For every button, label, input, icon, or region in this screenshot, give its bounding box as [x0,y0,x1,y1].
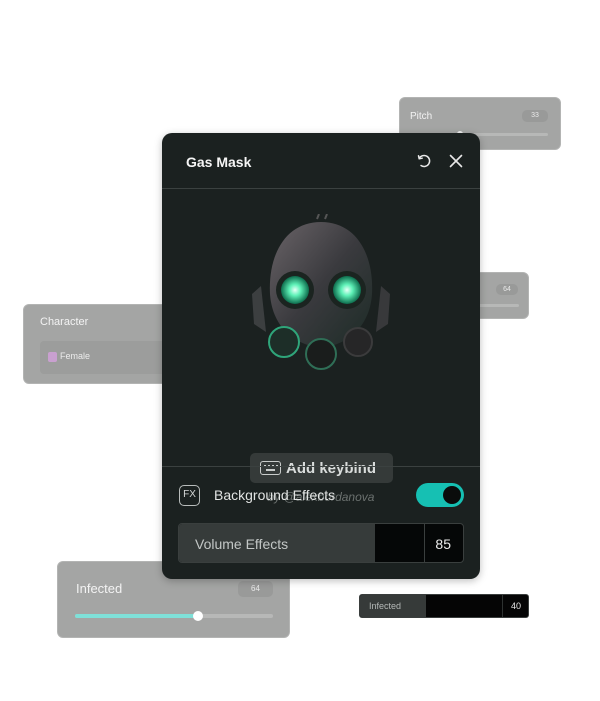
reset-icon [417,154,431,168]
volume-effects-value: 85 [435,536,451,552]
background-effects-label: Background Effects [214,487,336,503]
character-card: Character Female [23,304,180,384]
infected-value: 64 [238,581,273,597]
volume-effects-divider [424,524,425,562]
gas-mask-dialog: Gas Mask Add keybind by @alexbordanova F… [162,133,480,579]
background-effects-row: FX Background Effects [162,481,480,511]
infected-slider-fill [75,614,198,618]
volume-effects-label: Volume Effects [195,536,289,552]
dialog-header: Gas Mask [162,133,480,189]
item-preview: Add keybind by @alexbordanova [162,190,480,504]
character-select[interactable]: Female [40,341,180,374]
infected-slider-thumb[interactable] [192,611,203,621]
toggle-knob [443,486,461,504]
infected-bar-control[interactable]: Infected 40 [359,594,529,618]
close-button[interactable] [447,152,465,170]
close-icon [449,154,463,168]
pitch-value: 33 [522,110,548,122]
keyboard-icon [260,461,281,475]
infected-slider[interactable] [75,611,273,621]
fx-icon: FX [179,485,200,506]
pitch-label: Pitch [410,111,433,122]
slider-value: 64 [496,284,518,295]
infected-bar-divider [502,595,503,617]
character-label: Character [40,316,89,328]
character-selected-value: Female [60,351,91,361]
infected-label: Infected [76,581,123,596]
add-keybind-button[interactable]: Add keybind [250,453,393,483]
add-keybind-label: Add keybind [286,460,377,477]
dialog-title: Gas Mask [186,154,252,170]
reset-button[interactable] [415,152,433,170]
infected-bar-value: 40 [510,601,521,611]
divider [162,466,480,467]
character-emoji-icon [48,352,57,362]
infected-bar-label: Infected [369,601,402,611]
background-effects-toggle[interactable] [416,483,464,507]
gas-mask-image [252,214,390,370]
volume-effects-slider[interactable]: Volume Effects 85 [178,523,464,563]
